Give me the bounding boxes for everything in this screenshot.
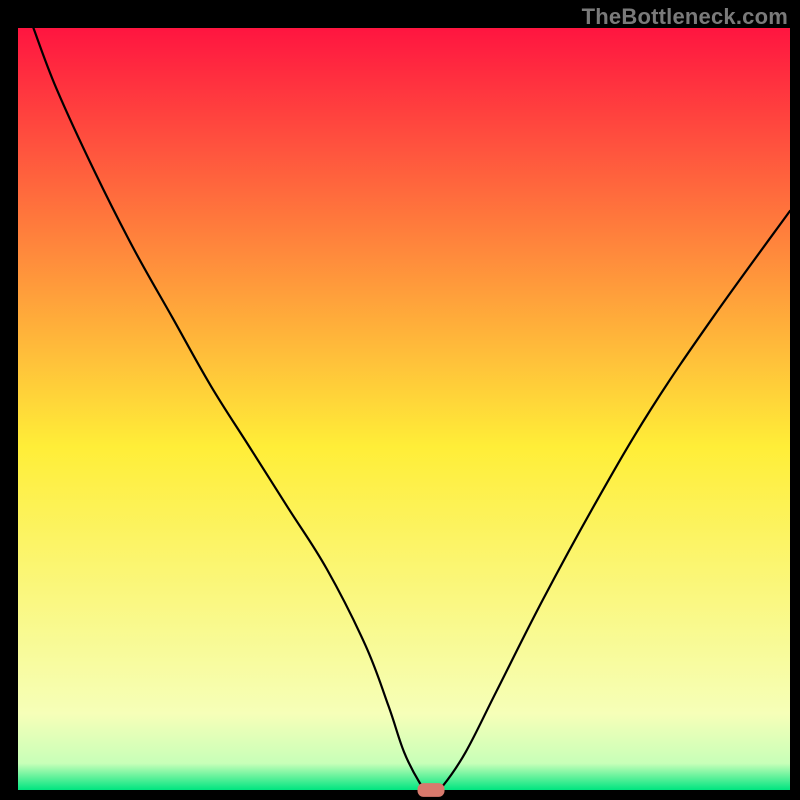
gradient-background <box>18 28 790 790</box>
chart-frame: TheBottleneck.com <box>0 0 800 800</box>
optimum-marker <box>418 783 445 797</box>
watermark-text: TheBottleneck.com <box>582 4 788 30</box>
bottleneck-chart <box>0 0 800 800</box>
